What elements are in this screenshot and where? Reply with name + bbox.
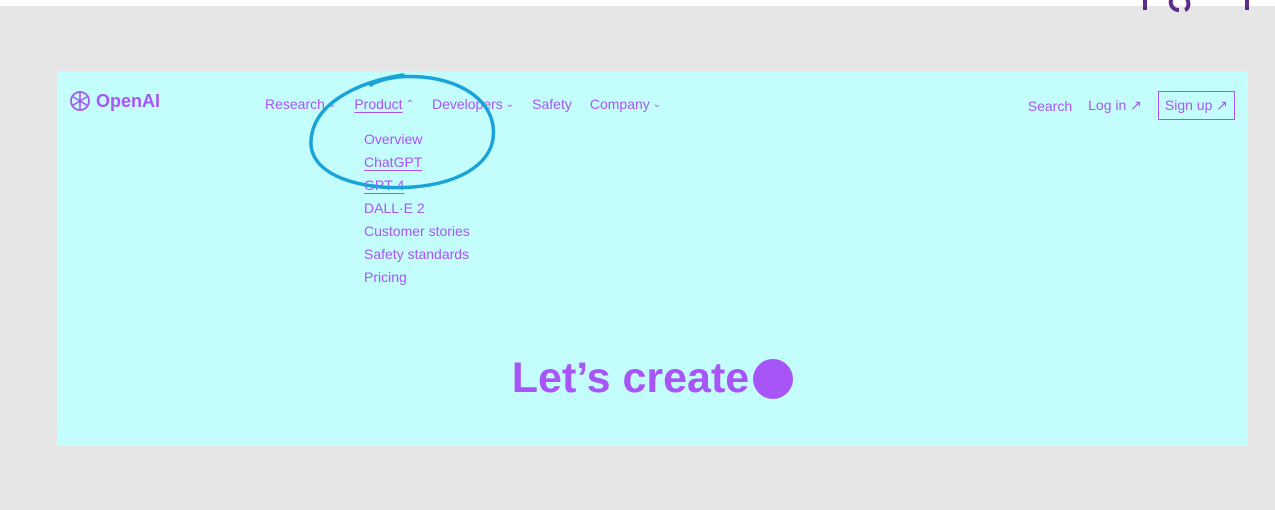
hero-headline-text: Let’s create [511,354,750,402]
openai-logo[interactable]: OpenAI [68,89,160,113]
nav-developers-label: Developers [431,96,503,112]
nav-company[interactable]: Company ⌄ [590,96,661,112]
openai-knot-icon [70,91,90,111]
nav-safety[interactable]: Safety [532,96,572,112]
menu-item-overview[interactable]: Overview [364,130,470,148]
brand-name: OpenAI [96,90,161,111]
chevron-down-icon: ⌄ [505,98,515,110]
right-nav: Search Log in ↗ Sign up ↗ [1028,91,1235,120]
nav-developers[interactable]: Developers ⌄ [432,96,514,112]
nav-company-label: Company [589,96,650,112]
search-link[interactable]: Search [1028,98,1072,114]
website-panel: OpenAI Research ⌄ Product ⌃ Developers ⌄… [57,71,1248,446]
menu-item-customer-stories[interactable]: Customer stories [364,222,470,240]
nav-research[interactable]: Research ⌄ [265,96,336,112]
nav-product[interactable]: Product ⌃ [354,96,414,112]
nav-safety-label: Safety [532,96,572,112]
hero-headline: Let’s create [57,354,1248,403]
top-strip [0,0,1275,6]
menu-item-dalle2[interactable]: DALL·E 2 [364,199,470,217]
corner-logo-fragment [1143,0,1249,12]
nav-research-label: Research [265,96,325,112]
menu-item-gpt4[interactable]: GPT-4 [364,176,470,194]
nav-product-label: Product [354,96,403,112]
login-link[interactable]: Log in ↗ [1088,97,1142,114]
signup-button[interactable]: Sign up ↗ [1157,91,1235,120]
menu-item-pricing[interactable]: Pricing [364,268,470,286]
menu-item-chatgpt[interactable]: ChatGPT [364,153,470,171]
chevron-down-icon: ⌄ [327,98,337,110]
main-nav: Research ⌄ Product ⌃ Developers ⌄ Safety… [265,96,679,112]
menu-item-safety-standards[interactable]: Safety standards [364,245,470,263]
circle-icon [753,358,794,399]
chevron-up-icon: ⌃ [405,98,414,110]
chevron-down-icon: ⌄ [652,98,662,110]
product-dropdown-menu: Overview ChatGPT GPT-4 DALL·E 2 Customer… [364,130,470,286]
